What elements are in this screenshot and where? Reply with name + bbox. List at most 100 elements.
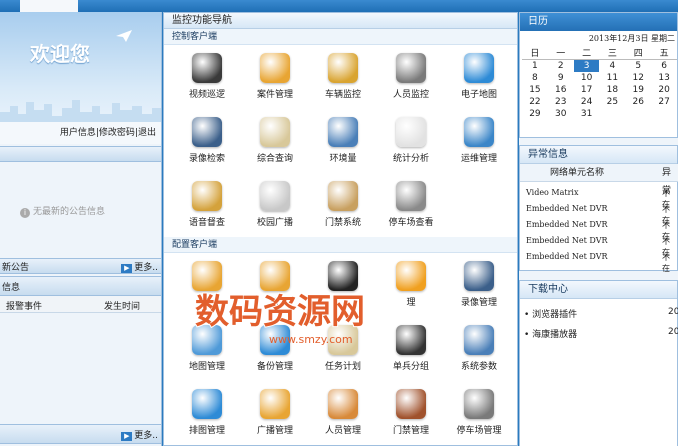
nav-item-label: 门禁管理 bbox=[392, 426, 429, 436]
calendar-day[interactable]: 9 bbox=[548, 72, 574, 84]
nav-item[interactable]: 停车场查看 bbox=[376, 181, 446, 228]
calendar-day[interactable]: 12 bbox=[625, 72, 651, 84]
nav-item[interactable] bbox=[172, 261, 242, 295]
nav-item[interactable]: 案件管理 bbox=[240, 53, 310, 100]
calendar-day[interactable]: 22 bbox=[522, 96, 548, 108]
nav-item[interactable]: 停车场管理 bbox=[444, 389, 514, 436]
list-item[interactable]: • 浏览器插件 20 bbox=[524, 307, 678, 320]
calendar-icon bbox=[328, 325, 358, 355]
arrow-right-icon: ▶ bbox=[121, 264, 133, 273]
notice-more-link[interactable]: ▶ 更多.. bbox=[121, 260, 158, 273]
nav-item[interactable]: 电子地图 bbox=[444, 53, 514, 100]
pie-chart-icon bbox=[396, 117, 426, 147]
nav-item[interactable]: 校园广播 bbox=[240, 181, 310, 228]
nav-item[interactable]: 录像检索 bbox=[172, 117, 242, 164]
tab-secondary[interactable] bbox=[90, 0, 150, 12]
calendar-day[interactable]: 31 bbox=[574, 108, 600, 120]
camera-lens-icon bbox=[192, 53, 222, 83]
logout-link[interactable]: 退出 bbox=[138, 128, 156, 138]
nav-item[interactable]: 人员管理 bbox=[308, 389, 378, 436]
calendar-day[interactable]: 17 bbox=[574, 84, 600, 96]
nav-item[interactable]: 语音督查 bbox=[172, 181, 242, 228]
change-password-link[interactable]: 修改密码 bbox=[99, 128, 135, 138]
abnormal-table-header: 网络单元名称 异常 bbox=[520, 164, 678, 196]
calendar-day[interactable]: 11 bbox=[599, 72, 625, 84]
user-info-link[interactable]: 用户信息 bbox=[60, 128, 96, 138]
calendar-day[interactable]: 26 bbox=[625, 96, 651, 108]
alarm-table-header: 报警事件 发生时间 bbox=[0, 296, 161, 313]
list-item[interactable]: • 海康播放器 20 bbox=[524, 327, 678, 340]
nav-item-label: 任务计划 bbox=[324, 362, 361, 372]
top-bar bbox=[0, 0, 678, 12]
calendar-day[interactable]: 8 bbox=[522, 72, 548, 84]
nav-item[interactable]: 人员监控 bbox=[376, 53, 446, 100]
table-row[interactable]: Embedded Net DVR 不在 bbox=[526, 220, 676, 241]
calendar-day[interactable]: 6 bbox=[651, 60, 677, 72]
nav-item[interactable]: 综合查询 bbox=[240, 117, 310, 164]
table-row[interactable]: Video Matrix 不在 bbox=[526, 188, 676, 209]
megaphone-icon bbox=[260, 181, 290, 211]
notice-empty-text: 无最新的公告信息 bbox=[33, 207, 106, 217]
nav-item[interactable]: 广播管理 bbox=[240, 389, 310, 436]
nav-item[interactable]: 运维管理 bbox=[444, 117, 514, 164]
nav-item[interactable]: 系统参数 bbox=[444, 325, 514, 372]
nav-item-label: 电子地图 bbox=[460, 90, 497, 100]
calendar-day[interactable]: 13 bbox=[651, 72, 677, 84]
nav-item-label: 门禁系统 bbox=[324, 218, 361, 228]
calendar-day[interactable]: 3 bbox=[573, 59, 600, 72]
alarm-footer: ▶ 更多.. bbox=[0, 424, 161, 444]
download-name: 浏览器插件 bbox=[532, 310, 578, 320]
nav-item[interactable]: 门禁管理 bbox=[376, 389, 446, 436]
nav-item-label: 人员监控 bbox=[392, 90, 429, 100]
calendar-day[interactable]: 5 bbox=[625, 60, 651, 72]
nav-item-label: 车辆监控 bbox=[324, 90, 361, 100]
calendar-day[interactable]: 18 bbox=[599, 84, 625, 96]
nav-item[interactable] bbox=[308, 261, 378, 295]
nav-item[interactable]: 排图管理 bbox=[172, 389, 242, 436]
nav-item[interactable]: 理 bbox=[376, 261, 446, 308]
calendar-day[interactable]: 24 bbox=[574, 96, 600, 108]
calendar-day[interactable]: 4 bbox=[599, 60, 625, 72]
calendar-weekday: 一 bbox=[547, 46, 574, 60]
device-name: Video Matrix bbox=[526, 188, 579, 197]
calendar-day[interactable]: 10 bbox=[574, 72, 600, 84]
nav-item-label: 广播管理 bbox=[256, 426, 293, 436]
calendar-day[interactable]: 23 bbox=[548, 96, 574, 108]
parking-manage-icon bbox=[464, 389, 494, 419]
calendar-day[interactable]: 15 bbox=[522, 84, 548, 96]
nav-item[interactable]: 单兵分组 bbox=[376, 325, 446, 372]
calendar-day[interactable]: 19 bbox=[625, 84, 651, 96]
map-folder-icon bbox=[192, 325, 222, 355]
nav-item-label: 理 bbox=[406, 298, 416, 308]
nav-item[interactable]: 统计分析 bbox=[376, 117, 446, 164]
nav-item[interactable]: 门禁系统 bbox=[308, 181, 378, 228]
search-folder-icon bbox=[260, 261, 290, 291]
calendar-day[interactable]: 20 bbox=[651, 84, 677, 96]
nav-item[interactable]: 车辆监控 bbox=[308, 53, 378, 100]
nav-item[interactable]: 任务计划 bbox=[308, 325, 378, 372]
table-row[interactable]: Embedded Net DVR 不在 bbox=[526, 252, 676, 273]
nav-item[interactable]: 备份管理 bbox=[240, 325, 310, 372]
calendar-day[interactable]: 2 bbox=[548, 60, 574, 72]
car-icon bbox=[328, 53, 358, 83]
table-row[interactable]: Embedded Net DVR 不在 bbox=[526, 204, 676, 225]
nav-item[interactable]: 视频巡逻 bbox=[172, 53, 242, 100]
table-row[interactable]: Embedded Net DVR 不在 bbox=[526, 236, 676, 257]
alarm-more-link[interactable]: ▶ 更多.. bbox=[121, 428, 158, 441]
calendar-day[interactable]: 25 bbox=[599, 96, 625, 108]
nav-item[interactable]: 录像管理 bbox=[444, 261, 514, 308]
alarm-section-title: 信息 bbox=[2, 283, 21, 293]
calendar-day[interactable]: 29 bbox=[522, 108, 548, 120]
calendar-weekday: 四 bbox=[625, 46, 652, 60]
calendar-day[interactable]: 27 bbox=[651, 96, 677, 108]
nav-item[interactable]: 智 bbox=[240, 261, 310, 308]
calendar-day[interactable]: 16 bbox=[548, 84, 574, 96]
backup-arrow-icon bbox=[260, 325, 290, 355]
calendar-day[interactable]: 1 bbox=[522, 60, 548, 72]
tab-home[interactable] bbox=[20, 0, 78, 12]
globe-icon bbox=[464, 53, 494, 83]
calendar-day[interactable]: 30 bbox=[548, 108, 574, 120]
nav-item[interactable]: 地图管理 bbox=[172, 325, 242, 372]
alarm-col-event: 报警事件 bbox=[6, 302, 43, 312]
nav-item[interactable]: 环境量 bbox=[308, 117, 378, 164]
